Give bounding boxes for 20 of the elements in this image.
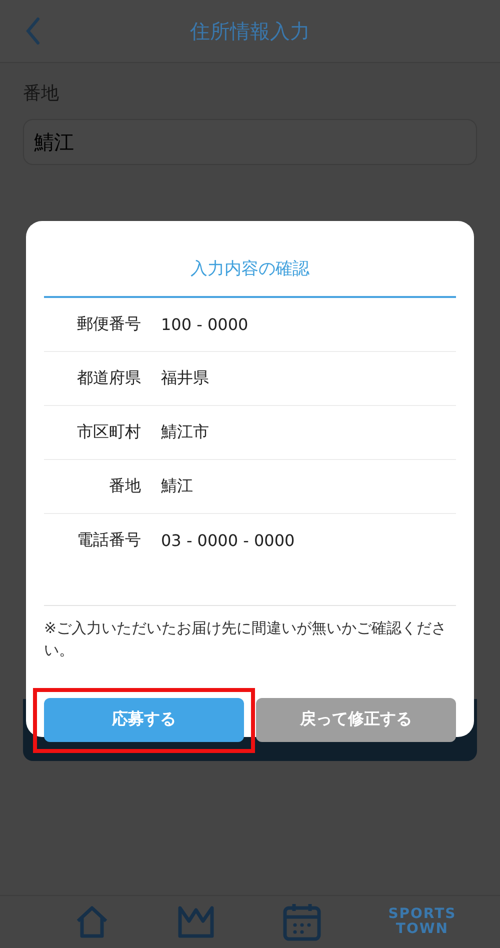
row-value: 100 - 0000 <box>161 315 248 334</box>
row-label: 郵便番号 <box>76 314 141 335</box>
dialog-title: 入力内容の確認 <box>44 221 456 298</box>
edit-button[interactable]: 戻って修正する <box>256 698 456 742</box>
calendar-icon[interactable] <box>282 903 321 941</box>
row-label: 都道府県 <box>76 368 141 389</box>
confirm-note: ※ご入力いただいたお届け先に間違いが無いかご確認ください。 <box>44 618 448 661</box>
crown-icon[interactable] <box>177 905 216 939</box>
row-value: 鯖江市 <box>161 422 209 443</box>
row-value: 福井県 <box>161 368 209 389</box>
row-value: 鯖江 <box>161 476 193 497</box>
row-label: 電話番号 <box>76 530 141 551</box>
row-value: 03 - 0000 - 0000 <box>161 531 295 550</box>
logo-link[interactable]: SPORTS TOWN <box>388 907 456 937</box>
address-field[interactable]: 鯖江 <box>23 119 477 165</box>
row-label: 番地 <box>108 476 141 497</box>
page-title: 住所情報入力 <box>190 18 310 44</box>
apply-button[interactable]: 応募する <box>44 698 244 742</box>
row-label: 市区町村 <box>76 422 141 443</box>
back-icon[interactable] <box>25 17 41 45</box>
